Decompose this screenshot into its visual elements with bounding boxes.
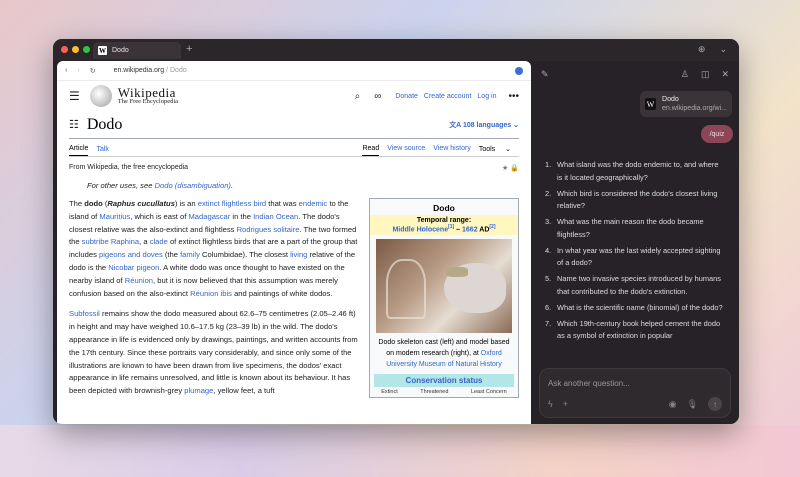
wikipedia-wordmark[interactable]: Wikipedia The Free Encyclopedia (118, 86, 178, 106)
add-icon[interactable]: + (563, 399, 568, 409)
tab-view-history[interactable]: View history (433, 145, 471, 156)
assistant-pane: ✎ ♙ ◫ ✕ W Dodo en.wikipedia.org/wi... /q… (531, 61, 739, 424)
source-title: Dodo (662, 96, 679, 103)
table-of-contents-icon[interactable]: ☷ (69, 118, 79, 131)
conservation-status-heading: Conservation status (374, 374, 514, 388)
back-icon[interactable]: ‹ (65, 67, 67, 74)
search-icon[interactable]: ⌕ (355, 91, 361, 102)
address-bar: ‹ › ↻ en.wikipedia.org / Dodo (57, 61, 531, 81)
forward-icon[interactable]: › (77, 67, 79, 74)
list-item: 3. What was the main reason the dodo beca… (545, 217, 704, 239)
main-menu-icon[interactable]: ☰ (69, 89, 80, 103)
image-caption: Dodo skeleton cast (left) and model base… (378, 339, 510, 369)
close-window-button[interactable] (61, 46, 68, 53)
source-card[interactable]: W Dodo en.wikipedia.org/wi... (640, 91, 732, 117)
disambiguation-link[interactable]: Dodo (disambiguation) (155, 181, 231, 190)
tab-title: Dodo (112, 47, 129, 54)
tab-read[interactable]: Read (362, 145, 380, 156)
url-field[interactable]: en.wikipedia.org / Dodo (114, 67, 187, 74)
conservation-scale: Extinct Threatened Least Concern (381, 389, 507, 396)
minimize-window-button[interactable] (72, 46, 79, 53)
new-tab-button[interactable]: + (186, 43, 192, 55)
wikipedia-icon: W (645, 98, 657, 110)
user-message-bubble: /quiz (701, 125, 733, 143)
log-in-link[interactable]: Log in (477, 93, 496, 100)
page-title: Dodo (86, 115, 123, 133)
list-item: 1. What island was the dodo endemic to, a… (545, 160, 719, 182)
web-content-pane: ‹ › ↻ en.wikipedia.org / Dodo ☰ Wikipedi… (57, 61, 531, 424)
list-item: 7. Which 19th-century book helped cement … (545, 318, 721, 341)
create-account-link[interactable]: Create account (424, 93, 471, 100)
tab-talk[interactable]: Talk (96, 146, 108, 156)
reload-icon[interactable]: ↻ (90, 67, 96, 75)
temporal-range: Temporal range: Middle Holocene[1] – 166… (370, 215, 518, 236)
middle-holocene-link[interactable]: Middle Holocene (392, 226, 448, 233)
lightning-icon[interactable]: ϟ (548, 399, 553, 409)
sidebar-toggle-icon[interactable]: ◫ (701, 69, 710, 80)
page-tabs: Article Talk Read View source View histo… (69, 139, 519, 157)
more-options-icon[interactable]: ••• (508, 91, 519, 102)
close-icon[interactable]: ✕ (721, 69, 729, 80)
language-selector[interactable]: 文A 108 languages ⌄ (449, 120, 519, 130)
list-item: 6. What is the scientific name (binomial)… (545, 302, 723, 312)
ask-input[interactable]: Ask another question... (548, 379, 630, 388)
camera-icon[interactable]: ◉ (669, 399, 677, 410)
watch-star-icon[interactable]: ★ (502, 165, 508, 172)
skeleton-figure (386, 259, 426, 320)
ask-input-box[interactable]: Ask another question... ϟ + ◉ 🎙 ↑ (539, 368, 731, 418)
profile-icon[interactable]: ♙ (681, 69, 689, 80)
from-text: From Wikipedia, the free encyclopedia (69, 164, 189, 171)
site-sub: From Wikipedia, the free encyclopedia ★ … (69, 164, 519, 172)
lock-icon: 🔒 (510, 165, 519, 172)
extension-icon[interactable] (515, 66, 523, 75)
paragraph-2: Subfossil remains show the dodo measured… (69, 309, 358, 396)
paragraph-1: The dodo (Raphus cucullatus) is an extin… (69, 199, 358, 298)
article-body: The dodo (Raphus cucullatus) is an extin… (69, 198, 361, 406)
donate-link[interactable]: Donate (395, 93, 418, 100)
tab-dodo[interactable]: W Dodo (93, 42, 181, 59)
hatnote: For other uses, see Dodo (disambiguation… (87, 181, 234, 190)
send-button[interactable]: ↑ (708, 397, 722, 411)
list-item: 4. In what year was the last widely accep… (545, 245, 721, 268)
wikipedia-header: ☰ Wikipedia The Free Encyclopedia ⌕ ∞ Do… (57, 81, 531, 111)
new-chat-icon[interactable]: ✎ (541, 69, 549, 80)
tab-strip: W Dodo + ⊕ ⌄ (53, 39, 739, 61)
dodo-beak-figure (446, 267, 468, 278)
tab-view-source[interactable]: View source (387, 145, 425, 156)
infobox: Dodo Temporal range: Middle Holocene[1] … (369, 198, 519, 399)
wikipedia-logo[interactable] (89, 85, 112, 107)
browser-window: W Dodo + ⊕ ⌄ ‹ › ↻ en.wikipedia.org / Do… (53, 39, 739, 424)
infobox-title: Dodo (433, 203, 455, 213)
title-row: ☷ Dodo 文A 108 languages ⌄ (69, 111, 519, 139)
desktop-wallpaper (0, 425, 800, 477)
traffic-lights (61, 46, 90, 53)
zoom-window-button[interactable] (83, 46, 90, 53)
dodo-image[interactable] (376, 239, 512, 334)
wikipedia-favicon-icon: W (98, 46, 107, 55)
tab-tools[interactable]: Tools ⌄ (479, 145, 511, 156)
chevron-down-icon[interactable]: ⌄ (719, 44, 727, 55)
download-icon[interactable]: ⊕ (698, 44, 706, 55)
source-url: en.wikipedia.org/wi... (662, 105, 727, 112)
appearance-icon[interactable]: ∞ (374, 91, 381, 102)
list-item: 5. Name two invasive species introduced b… (545, 274, 721, 296)
list-item: 2. Which bird is considered the dodo's cl… (545, 188, 718, 211)
microphone-icon[interactable]: 🎙 (687, 399, 698, 410)
quiz-questions: 1. What island was the dodo endemic to, a… (545, 159, 725, 346)
tab-article[interactable]: Article (69, 145, 89, 156)
